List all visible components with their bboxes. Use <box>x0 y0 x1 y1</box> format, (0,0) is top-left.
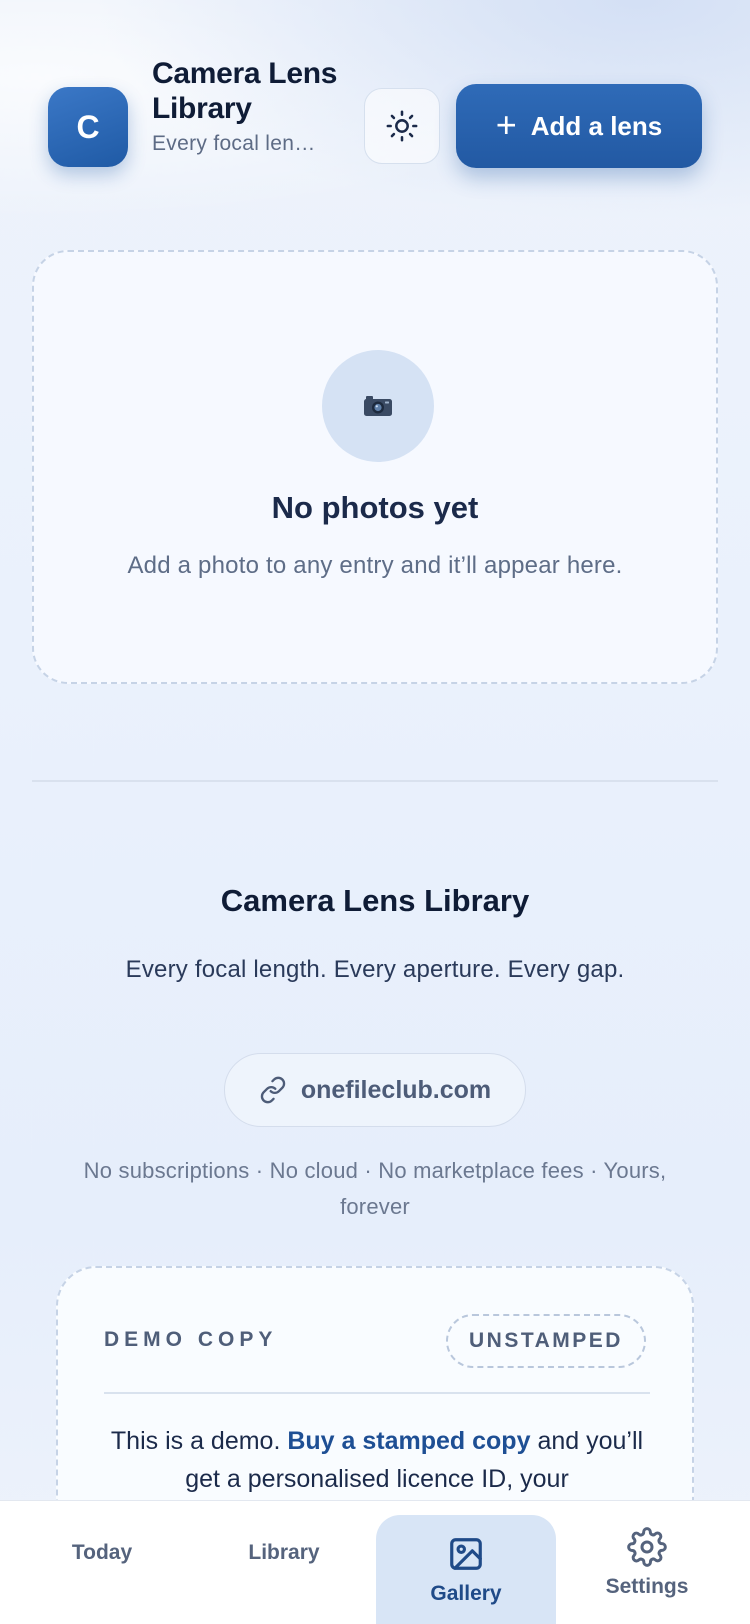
tab-settings-label: Settings <box>605 1575 689 1598</box>
empty-text: Add a photo to any entry and it’ll appea… <box>127 552 623 579</box>
title-block: Camera Lens Library Every focal len… <box>152 56 342 156</box>
tab-gallery[interactable]: Gallery <box>376 1515 556 1624</box>
section-divider <box>32 780 718 782</box>
tab-gallery-label: Gallery <box>430 1582 502 1605</box>
demo-label: DEMO COPY <box>104 1328 278 1351</box>
buy-stamped-copy-link[interactable]: Buy a stamped copy <box>287 1427 530 1455</box>
empty-title: No photos yet <box>271 490 479 525</box>
app-avatar: C <box>48 87 128 167</box>
site-link-label: onefileclub.com <box>300 1075 492 1104</box>
tab-today-label: Today <box>71 1541 133 1564</box>
site-link[interactable]: onefileclub.com <box>224 1053 526 1127</box>
footer-tagline: Every focal length. Every aperture. Ever… <box>125 956 625 983</box>
add-lens-label: Add a lens <box>530 110 663 141</box>
app-header: C Camera Lens Library Every focal len… +… <box>0 0 750 220</box>
footer-title: Camera Lens Library <box>220 883 530 918</box>
tab-today[interactable]: Today <box>0 1501 204 1624</box>
footer-note: No subscriptions · No cloud · No marketp… <box>83 1158 667 1219</box>
bottom-tab-bar: Today Library Gallery Settings <box>0 1500 750 1624</box>
camera-icon <box>322 350 434 462</box>
demo-divider <box>104 1392 650 1394</box>
sun-icon <box>386 110 418 142</box>
demo-text: This is a demo. Buy a stamped copy and y… <box>98 1422 656 1498</box>
plus-icon: + <box>495 103 517 145</box>
demo-text-before: This is a demo. <box>110 1427 281 1455</box>
tab-library-label: Library <box>248 1541 320 1564</box>
app-subtitle: Every focal len… <box>152 132 316 155</box>
tab-settings[interactable]: Settings <box>556 1501 738 1624</box>
theme-toggle-button[interactable] <box>364 88 440 164</box>
gear-icon <box>627 1527 667 1567</box>
tab-library[interactable]: Library <box>192 1501 376 1624</box>
gallery-empty-state: No photos yet Add a photo to any entry a… <box>32 250 718 684</box>
link-icon <box>260 1076 286 1104</box>
add-lens-button[interactable]: + Add a lens <box>456 84 702 168</box>
image-icon <box>447 1534 485 1574</box>
app-title: Camera Lens Library <box>152 57 338 125</box>
status-badge: UNSTAMPED <box>446 1314 646 1368</box>
